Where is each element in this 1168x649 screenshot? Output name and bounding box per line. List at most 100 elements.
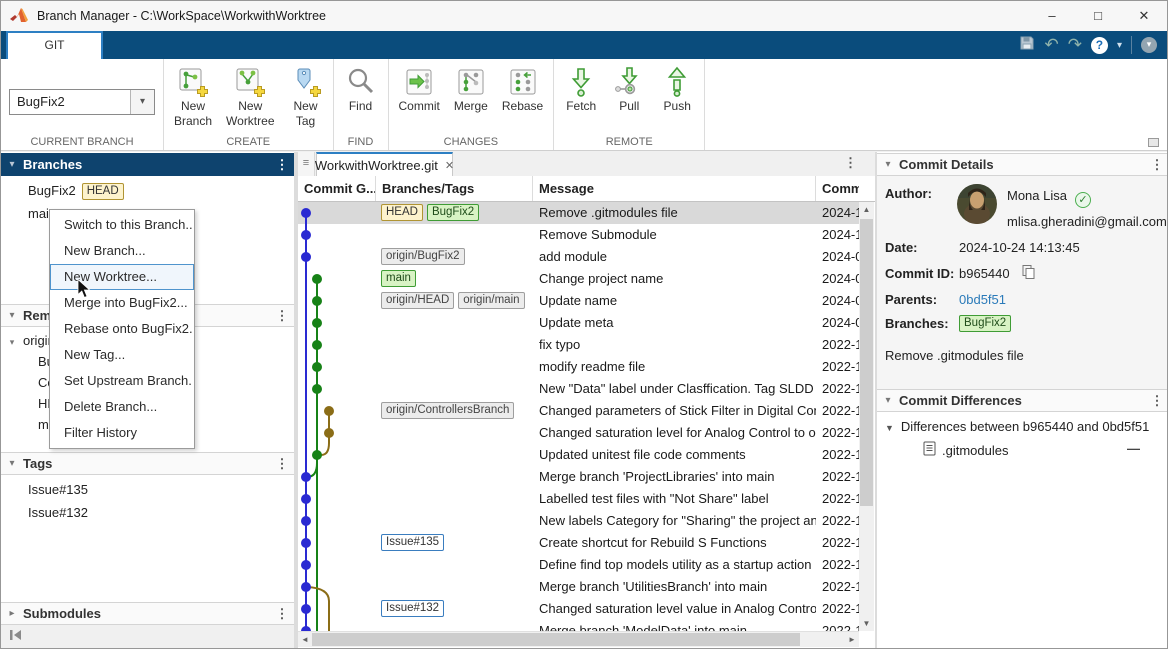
combobox-dropdown-icon[interactable]: ▾ [130, 90, 154, 114]
tag-item[interactable]: Issue#132 [1, 501, 294, 524]
menu-item[interactable]: New Worktree... [50, 264, 194, 290]
undo-icon[interactable]: ↶ [1044, 32, 1058, 58]
close-button[interactable]: ✕ [1121, 1, 1167, 31]
commit-row[interactable]: New labels Category for "Sharing" the pr… [298, 510, 859, 532]
column-commit-graph[interactable]: Commit G... [298, 176, 376, 201]
pull-button[interactable]: Pull [610, 63, 648, 116]
scroll-left-icon[interactable]: ◄ [298, 632, 312, 647]
help-dropdown-icon[interactable]: ▾ [1117, 40, 1122, 51]
scroll-right-icon[interactable]: ► [845, 632, 859, 647]
find-button[interactable]: Find [342, 63, 380, 116]
menu-item[interactable]: Rebase onto BugFix2... [50, 316, 194, 342]
submodules-menu-icon[interactable]: ⋮ [270, 606, 294, 622]
menu-item[interactable]: Filter History [50, 420, 194, 446]
menu-item[interactable]: New Tag... [50, 342, 194, 368]
new-tag-button[interactable]: NewTag [287, 63, 325, 131]
commit-differences-header[interactable]: ▾ Commit Differences ⋮ [877, 389, 1168, 412]
commit-row[interactable]: Updated unitest file code comments2022-1 [298, 444, 859, 466]
commit-row[interactable]: Update meta2024-0 [298, 312, 859, 334]
commit-details-header[interactable]: ▾ Commit Details ⋮ [877, 153, 1168, 176]
commit-message-cell: Changed saturation level for Analog Cont… [533, 422, 816, 444]
commit-row[interactable]: Issue#135Create shortcut for Rebuild S F… [298, 532, 859, 554]
commit-row[interactable]: Define find top models utility as a star… [298, 554, 859, 576]
remotes-menu-icon[interactable]: ⋮ [270, 308, 294, 324]
tab-git[interactable]: GIT [6, 31, 103, 59]
commit-row[interactable]: HEADBugFix2Remove .gitmodules file2024-1 [298, 202, 859, 224]
commit-row[interactable]: origin/BugFix2add module2024-0 [298, 246, 859, 268]
branch-item[interactable]: BugFix2HEAD [1, 179, 294, 202]
expand-icon[interactable]: ▸ [1, 608, 23, 619]
fetch-button[interactable]: Fetch [562, 63, 600, 116]
tags-section-header[interactable]: ▾ Tags ⋮ [1, 452, 294, 475]
column-branches-tags[interactable]: Branches/Tags [376, 176, 533, 201]
push-button[interactable]: Push [658, 63, 696, 116]
rebase-button[interactable]: Rebase [500, 63, 545, 116]
diff-file-item[interactable]: .gitmodules [923, 441, 1008, 459]
help-icon[interactable]: ? [1091, 37, 1108, 54]
menu-item[interactable]: Merge into BugFix2... [50, 290, 194, 316]
collapse-icon[interactable]: ▾ [1, 458, 23, 469]
commit-row[interactable]: origin/ControllersBranchChanged paramete… [298, 400, 859, 422]
commit-row[interactable]: modify readme file2022-1 [298, 356, 859, 378]
vertical-scroll-thumb[interactable] [860, 219, 873, 506]
vertical-scrollbar[interactable]: ▲ ▼ [859, 202, 874, 631]
scroll-down-icon[interactable]: ▼ [859, 616, 874, 631]
branches-label: Branches: [885, 316, 949, 331]
commit-row[interactable]: New "Data" label under Clasffication. Ta… [298, 378, 859, 400]
document-bar-icon[interactable]: ≡ [298, 152, 315, 176]
collapse-icon[interactable]: ▾ [877, 159, 899, 170]
submodules-section-header[interactable]: ▸ Submodules ⋮ [1, 602, 294, 625]
commit-row[interactable]: fix typo2022-1 [298, 334, 859, 356]
new-branch-button[interactable]: NewBranch [172, 63, 214, 131]
differences-tree-root[interactable]: ▼Differences between b965440 and 0bd5f51 [885, 419, 1149, 434]
scroll-up-icon[interactable]: ▲ [859, 202, 874, 217]
commit-differences-menu-icon[interactable]: ⋮ [1145, 393, 1168, 409]
tag-item[interactable]: Issue#135 [1, 478, 294, 501]
commit-row[interactable]: Merge branch 'ProjectLibraries' into mai… [298, 466, 859, 488]
ribbon-collapse-icon[interactable]: ▾ [1141, 37, 1157, 53]
menu-item[interactable]: Set Upstream Branch... [50, 368, 194, 394]
commit-row[interactable]: Labelled test files with "Not Share" lab… [298, 488, 859, 510]
commit-row[interactable]: Issue#132Changed saturation level value … [298, 598, 859, 620]
menu-item[interactable]: New Branch... [50, 238, 194, 264]
commit-message-cell: Create shortcut for Rebuild S Functions [533, 532, 816, 554]
commit-row[interactable]: Merge branch 'UtilitiesBranch' into main… [298, 576, 859, 598]
collapse-icon[interactable]: ▾ [877, 395, 899, 406]
branches-menu-icon[interactable]: ⋮ [270, 157, 294, 173]
new-worktree-button[interactable]: NewWorktree [224, 63, 276, 131]
commit-details-menu-icon[interactable]: ⋮ [1145, 157, 1168, 173]
tags-menu-icon[interactable]: ⋮ [270, 456, 294, 472]
maximize-button[interactable]: □ [1075, 1, 1121, 31]
horizontal-scrollbar[interactable]: ◄ ► [298, 631, 859, 647]
skip-to-start-icon[interactable] [9, 628, 23, 646]
collapse-icon[interactable]: ▾ [1, 310, 23, 321]
tree-expanded-icon[interactable]: ▾ [1, 332, 23, 353]
commit-row[interactable]: Merge branch 'ModelData' into main2022-1 [298, 620, 859, 631]
collapse-icon[interactable]: ▾ [1, 159, 23, 170]
current-branch-combobox[interactable]: BugFix2▾ [9, 89, 155, 115]
commit-row[interactable]: Remove Submodule2024-1 [298, 224, 859, 246]
menu-item[interactable]: Switch to this Branch... [50, 212, 194, 238]
commit-row[interactable]: Changed saturation level for Analog Cont… [298, 422, 859, 444]
column-message[interactable]: Message [533, 176, 816, 201]
minimize-button[interactable]: – [1029, 1, 1075, 31]
tab-workwithworktree-git[interactable]: WorkwithWorktree.git ✕ [316, 152, 453, 176]
merge-button[interactable]: Merge [452, 63, 490, 116]
ribbon-toolbar: BugFix2▾CURRENT BRANCHNewBranchNewWorktr… [1, 59, 1167, 151]
parent-commit-link[interactable]: 0bd5f51 [959, 292, 1006, 307]
badges-cell [376, 224, 533, 246]
horizontal-scroll-thumb[interactable] [312, 633, 800, 646]
commit-button[interactable]: Commit [397, 63, 442, 116]
commit-row[interactable]: origin/HEADorigin/mainUpdate name2024-0 [298, 290, 859, 312]
tabstrip-menu-icon[interactable]: ⋮ [844, 155, 857, 171]
save-icon[interactable] [1019, 35, 1035, 56]
commit-row[interactable]: mainChange project name2024-0 [298, 268, 859, 290]
branches-section-header[interactable]: ▾ Branches ⋮ [1, 153, 294, 176]
copy-icon[interactable] [1021, 264, 1036, 285]
ribbon-grip-icon[interactable] [1148, 138, 1159, 147]
tab-close-icon[interactable]: ✕ [445, 159, 454, 172]
redo-icon[interactable]: ↷ [1068, 32, 1082, 58]
tree-expanded-icon[interactable]: ▼ [885, 423, 894, 433]
column-commit-date[interactable]: Commi [816, 176, 859, 201]
menu-item[interactable]: Delete Branch... [50, 394, 194, 420]
